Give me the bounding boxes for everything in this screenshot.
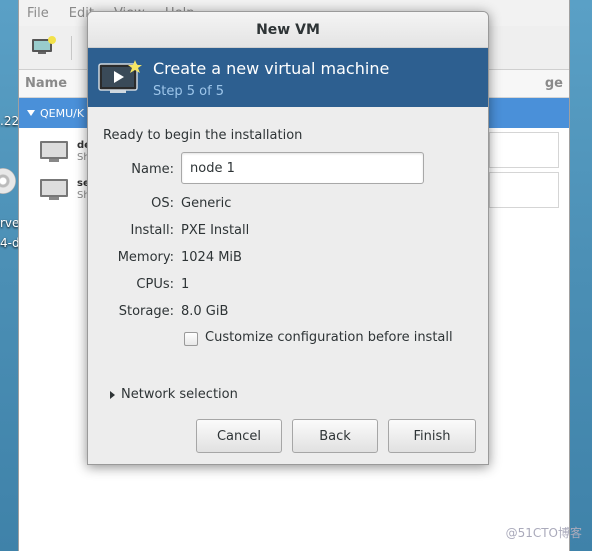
cpu-usage-graph [489,172,559,208]
storage-label: Storage: [118,304,174,319]
column-name[interactable]: Name [25,76,67,91]
cpus-label: CPUs: [136,277,174,292]
expand-arrow-icon [27,110,35,116]
install-label: Install: [130,223,174,238]
os-label: OS: [151,196,174,211]
customize-checkbox[interactable] [184,332,198,346]
vm-row[interactable]: de Sh [39,136,91,168]
vm-row[interactable]: se Sh [39,174,90,206]
vm-name-input[interactable] [181,152,424,184]
expander-arrow-icon [110,390,115,399]
memory-value: 1024 MiB [181,250,242,265]
dialog-title: New VM [88,12,488,48]
network-selection-expander[interactable]: Network selection [110,387,238,402]
monitor-icon [40,141,68,162]
monitor-icon [40,179,68,200]
name-label: Name: [131,162,174,177]
network-selection-label: Network selection [121,387,238,402]
new-vm-dialog: New VM Create a new virtual machine Step… [87,11,489,465]
desktop-label-top: .22 [0,114,20,128]
watermark: @51CTO博客 [505,526,582,540]
cpu-usage-graph [489,132,559,168]
connection-label: QEMU/K [40,106,85,120]
new-vm-icon [98,60,142,93]
customize-label[interactable]: Customize configuration before install [205,330,453,345]
new-vm-icon[interactable] [31,36,57,56]
wizard-banner: Create a new virtual machine Step 5 of 5 [88,48,488,107]
banner-title: Create a new virtual machine [153,59,390,78]
ready-heading: Ready to begin the installation [103,128,303,143]
back-button[interactable]: Back [292,419,378,453]
storage-value: 8.0 GiB [181,304,229,319]
memory-label: Memory: [117,250,174,265]
desktop-label-bottom-2: 4-d [0,236,20,250]
install-value: PXE Install [181,223,250,238]
cancel-button[interactable]: Cancel [196,419,282,453]
toolbar-separator [71,36,72,60]
desktop-label-bottom-1: rve [0,216,20,230]
step-indicator: Step 5 of 5 [153,84,225,99]
column-usage[interactable]: ge [545,76,563,91]
menu-file[interactable]: File [27,6,49,21]
finish-button[interactable]: Finish [388,419,476,453]
cpus-value: 1 [181,277,190,292]
os-value: Generic [181,196,232,211]
